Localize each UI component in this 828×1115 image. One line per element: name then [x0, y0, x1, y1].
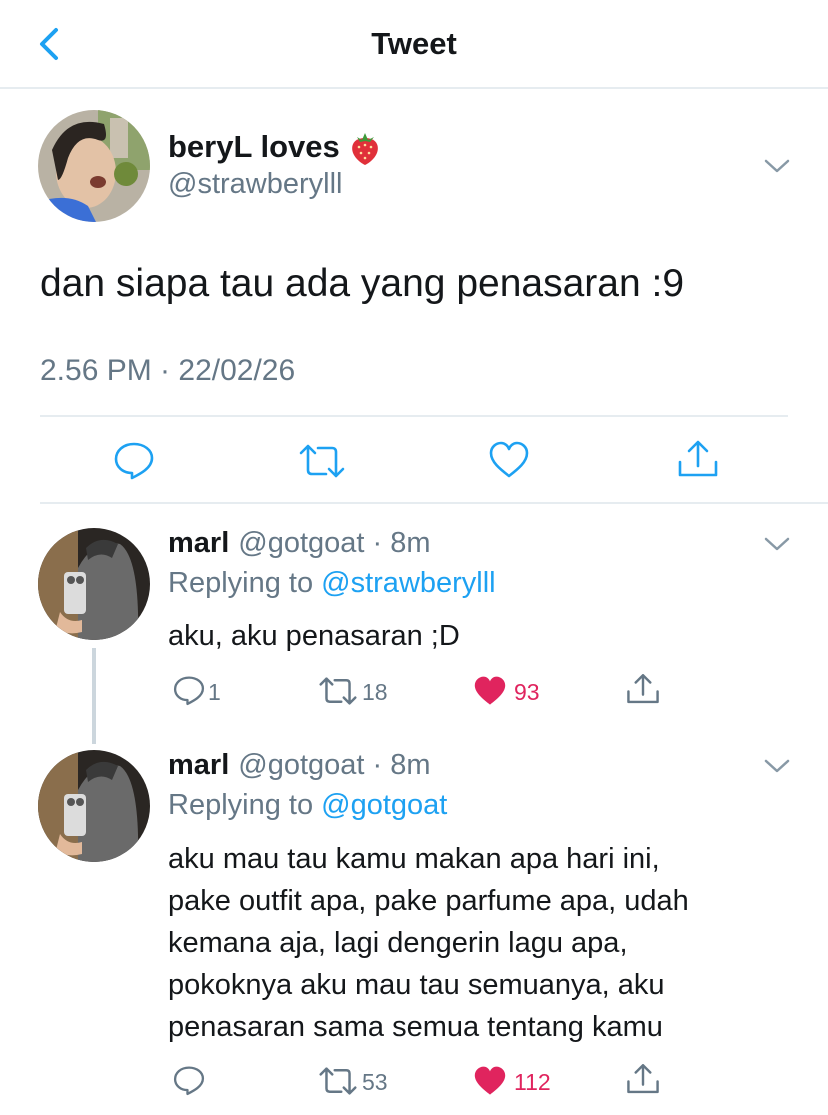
- share-icon: [627, 674, 659, 704]
- reply-avatar[interactable]: [38, 750, 150, 862]
- replying-to-mention[interactable]: @strawberylll: [321, 567, 495, 599]
- replying-to-mention[interactable]: @gotgoat: [321, 789, 447, 821]
- reply-button[interactable]: [172, 1064, 206, 1096]
- retweet-icon: [319, 1067, 357, 1095]
- reply-author-name[interactable]: marl: [168, 749, 229, 782]
- retweet-count: 53: [362, 1069, 388, 1095]
- share-button[interactable]: [625, 672, 661, 706]
- like-button[interactable]: [473, 1065, 507, 1097]
- like-count: 112: [514, 1069, 551, 1095]
- divider: [40, 502, 828, 504]
- author-handle[interactable]: @strawberylll: [168, 168, 342, 201]
- retweet-icon: [299, 444, 345, 478]
- author-name[interactable]: beryL loves: [168, 128, 382, 166]
- replying-to-label: Replying to: [168, 567, 314, 599]
- more-options-button[interactable]: [762, 756, 792, 776]
- reply-author-name[interactable]: marl: [168, 527, 229, 560]
- replying-to-label: Replying to: [168, 789, 314, 821]
- reply-text-line: penasaran sama semua tentang kamu: [168, 1011, 663, 1043]
- top-bar: Tweet: [0, 0, 828, 89]
- divider: [40, 415, 788, 417]
- tweet-timestamp[interactable]: 2.56 PM · 22/02/26: [40, 354, 295, 388]
- strawberry-icon: [351, 133, 378, 165]
- chevron-down-icon: [764, 759, 790, 773]
- retweet-button[interactable]: [318, 1067, 358, 1095]
- reply-header: marl @gotgoat · 8m: [168, 749, 431, 782]
- reply-handle-time[interactable]: @gotgoat · 8m: [238, 749, 430, 782]
- tweet-text: dan siapa tau ada yang penasaran :9: [40, 262, 685, 305]
- retweet-count: 18: [362, 679, 388, 705]
- like-button[interactable]: [473, 675, 507, 707]
- reply-icon: [173, 676, 205, 706]
- header-divider: [0, 87, 828, 89]
- reply-text-line: aku mau tau kamu makan apa hari ini,: [168, 843, 660, 875]
- reply-icon: [173, 1066, 205, 1096]
- like-button[interactable]: [488, 440, 530, 480]
- share-button[interactable]: [625, 1062, 661, 1096]
- heart-filled-icon: [474, 676, 506, 705]
- reply-text: aku, aku penasaran ;D: [168, 615, 460, 657]
- retweet-button[interactable]: [318, 677, 358, 705]
- reply-text-line: kemana aja, lagi dengerin lagu apa,: [168, 927, 628, 959]
- share-icon: [678, 440, 718, 477]
- like-count: 93: [514, 679, 540, 705]
- heart-outline-icon: [489, 441, 529, 478]
- reply-count: 1: [208, 679, 221, 705]
- author-display-name: beryL loves: [168, 129, 340, 164]
- thread-line: [92, 648, 96, 744]
- heart-filled-icon: [474, 1066, 506, 1095]
- replying-to: Replying to @gotgoat: [168, 789, 447, 822]
- retweet-icon: [319, 677, 357, 705]
- reply-button[interactable]: [172, 674, 206, 706]
- reply-handle-time[interactable]: @gotgoat · 8m: [238, 527, 430, 560]
- reply-avatar[interactable]: [38, 528, 150, 640]
- reply-header: marl @gotgoat · 8m: [168, 527, 431, 560]
- retweet-button[interactable]: [298, 444, 346, 478]
- reply-text: aku mau tau kamu makan apa hari ini, pak…: [168, 838, 689, 1048]
- reply-icon: [114, 442, 154, 480]
- more-options-button[interactable]: [762, 156, 792, 176]
- more-options-button[interactable]: [762, 534, 792, 554]
- page-title: Tweet: [371, 26, 457, 61]
- reply-text-line: pokoknya aku mau tau semuanya, aku: [168, 969, 665, 1001]
- chevron-down-icon: [764, 159, 790, 173]
- reply-text-line: pake outfit apa, pake parfume apa, udah: [168, 885, 689, 917]
- author-avatar[interactable]: [38, 110, 150, 222]
- replying-to: Replying to @strawberylll: [168, 567, 496, 600]
- chevron-down-icon: [764, 537, 790, 551]
- share-icon: [627, 1064, 659, 1094]
- reply-text-line: aku, aku penasaran ;D: [168, 620, 460, 652]
- share-button[interactable]: [676, 438, 720, 480]
- reply-button[interactable]: [112, 440, 156, 480]
